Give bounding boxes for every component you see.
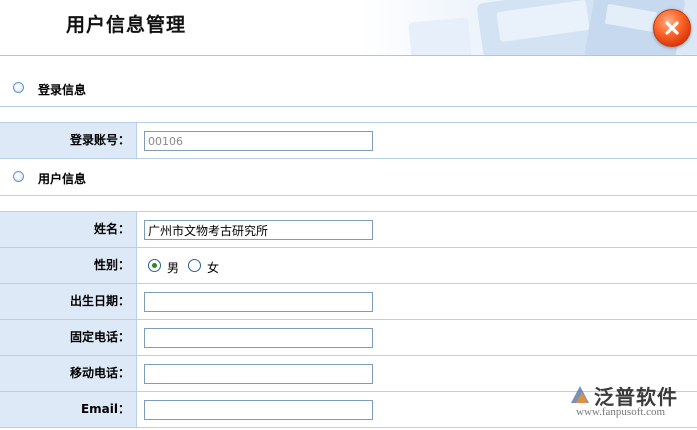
row-gender: 性别： 男 女 [0, 248, 697, 284]
section-bullet-icon [13, 171, 24, 182]
section-user-info: 用户信息 [0, 159, 697, 196]
fanpu-logo-icon [571, 386, 589, 403]
login-account-label: 登录账号： [0, 123, 137, 158]
email-label: Email： [0, 392, 137, 427]
decorative-banner-graphic [408, 0, 685, 55]
name-field[interactable] [144, 220, 373, 240]
email-field[interactable] [144, 400, 373, 420]
birth-date-label: 出生日期： [0, 284, 137, 319]
section-spacer [0, 107, 697, 123]
gender-female-label: 女 [207, 261, 220, 275]
section-bullet-icon [13, 82, 24, 93]
section-title-login: 登录信息 [38, 83, 87, 97]
login-account-field[interactable] [144, 131, 373, 151]
birth-date-field[interactable] [144, 292, 373, 312]
section-spacer [0, 196, 697, 212]
gender-male-label: 男 [167, 261, 180, 275]
mobile-label: 移动电话： [0, 356, 137, 391]
gender-label: 性别： [0, 248, 137, 283]
close-button[interactable] [653, 9, 691, 47]
title-bar: 用户信息管理 [0, 0, 697, 56]
phone-field[interactable] [144, 328, 373, 348]
watermark-logo: 泛普软件 www.fanpusoft.com [568, 379, 693, 423]
mobile-field[interactable] [144, 364, 373, 384]
section-title-user: 用户信息 [38, 172, 87, 186]
row-name: 姓名： [0, 212, 697, 248]
row-login-account: 登录账号： [0, 123, 697, 159]
row-birth-date: 出生日期： [0, 284, 697, 320]
name-label: 姓名： [0, 212, 137, 247]
section-login-info: 登录信息 [0, 70, 697, 107]
gender-male-radio[interactable] [148, 259, 161, 272]
gender-female-radio[interactable] [188, 259, 201, 272]
close-icon [665, 21, 679, 35]
phone-label: 固定电话： [0, 320, 137, 355]
page-title: 用户信息管理 [66, 14, 187, 36]
watermark-url: www.fanpusoft.com [576, 406, 666, 418]
row-phone: 固定电话： [0, 320, 697, 356]
